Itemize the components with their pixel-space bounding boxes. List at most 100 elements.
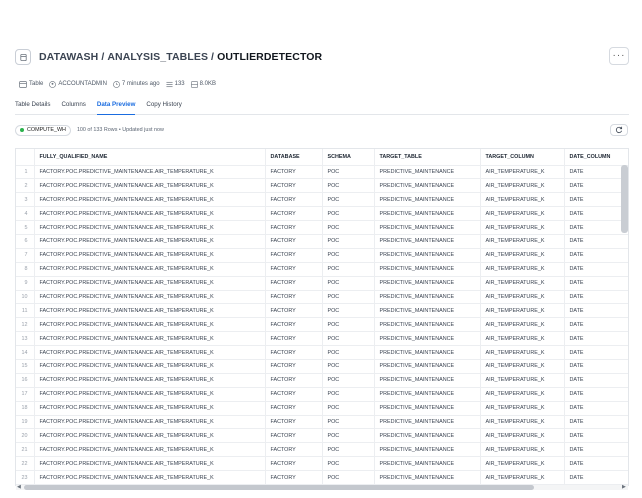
column-header[interactable]: SCHEMA [322,149,375,166]
table-cell[interactable]: AIR_TEMPERATURE_K [480,345,565,360]
table-cell[interactable]: AIR_TEMPERATURE_K [480,317,565,333]
table-cell[interactable]: AIR_TEMPERATURE_K [480,165,565,180]
table-cell[interactable]: DATE [564,331,628,347]
table-cell[interactable]: FACTORY [265,290,323,305]
table-cell[interactable]: PREDICTIVE_MAINTENANCE [374,165,481,180]
table-row[interactable]: 10 FACTORY.POC.PREDICTIVE_MAINTENANCE.AIR… [16,290,628,305]
table-cell[interactable]: FACTORY.POC.PREDICTIVE_MAINTENANCE.AIR_T… [34,234,266,249]
warehouse-selector[interactable]: COMPUTE_WH [15,124,71,136]
table-cell[interactable]: POC [322,442,375,458]
table-row[interactable]: 6 FACTORY.POC.PREDICTIVE_MAINTENANCE.AIR_… [16,234,628,249]
table-cell[interactable]: FACTORY.POC.PREDICTIVE_MAINTENANCE.AIR_T… [34,290,266,305]
table-cell[interactable]: AIR_TEMPERATURE_K [480,401,565,416]
table-cell[interactable]: DATE [564,373,628,388]
table-cell[interactable]: FACTORY.POC.PREDICTIVE_MAINTENANCE.AIR_T… [34,303,266,319]
table-cell[interactable]: DATE [564,470,628,485]
table-cell[interactable]: FACTORY [265,317,323,333]
table-cell[interactable]: AIR_TEMPERATURE_K [480,470,565,485]
table-row[interactable]: 11 FACTORY.POC.PREDICTIVE_MAINTENANCE.AIR… [16,303,628,319]
table-cell[interactable]: POC [322,303,375,319]
table-cell[interactable]: PREDICTIVE_MAINTENANCE [374,248,481,263]
table-cell[interactable]: POC [322,359,375,374]
table-cell[interactable]: PREDICTIVE_MAINTENANCE [374,415,481,430]
table-cell[interactable]: FACTORY.POC.PREDICTIVE_MAINTENANCE.AIR_T… [34,359,266,374]
table-cell[interactable]: FACTORY.POC.PREDICTIVE_MAINTENANCE.AIR_T… [34,317,266,333]
table-cell[interactable]: FACTORY.POC.PREDICTIVE_MAINTENANCE.AIR_T… [34,442,266,458]
table-cell[interactable]: FACTORY.POC.PREDICTIVE_MAINTENANCE.AIR_T… [34,456,266,472]
table-cell[interactable]: POC [322,178,375,194]
breadcrumb-database[interactable]: DATAWASH [39,51,98,63]
table-row[interactable]: 4 FACTORY.POC.PREDICTIVE_MAINTENANCE.AIR_… [16,206,628,222]
column-header[interactable]: FULLY_QUALIFIED_NAME [34,149,266,166]
table-cell[interactable]: DATE [564,442,628,458]
table-row[interactable]: 1 FACTORY.POC.PREDICTIVE_MAINTENANCE.AIR_… [16,165,628,180]
table-cell[interactable]: AIR_TEMPERATURE_K [480,442,565,458]
table-cell[interactable]: FACTORY [265,415,323,430]
table-cell[interactable]: POC [322,317,375,333]
table-cell[interactable]: FACTORY.POC.PREDICTIVE_MAINTENANCE.AIR_T… [34,331,266,347]
table-cell[interactable]: PREDICTIVE_MAINTENANCE [374,206,481,222]
table-cell[interactable]: DATE [564,317,628,333]
table-cell[interactable]: AIR_TEMPERATURE_K [480,373,565,388]
table-cell[interactable]: POC [322,262,375,277]
table-cell[interactable]: DATE [564,345,628,360]
table-row[interactable]: 20 FACTORY.POC.PREDICTIVE_MAINTENANCE.AIR… [16,428,628,444]
table-cell[interactable]: AIR_TEMPERATURE_K [480,192,565,208]
more-options-button[interactable]: ··· [609,47,629,65]
table-cell[interactable]: FACTORY.POC.PREDICTIVE_MAINTENANCE.AIR_T… [34,373,266,388]
table-cell[interactable]: DATE [564,192,628,208]
table-cell[interactable]: POC [322,401,375,416]
table-cell[interactable]: AIR_TEMPERATURE_K [480,290,565,305]
table-cell[interactable]: AIR_TEMPERATURE_K [480,387,565,402]
table-row[interactable]: 22 FACTORY.POC.PREDICTIVE_MAINTENANCE.AIR… [16,456,628,472]
table-cell[interactable]: FACTORY [265,248,323,263]
table-cell[interactable]: FACTORY [265,234,323,249]
table-cell[interactable]: FACTORY [265,178,323,194]
table-cell[interactable]: FACTORY [265,442,323,458]
table-cell[interactable]: FACTORY.POC.PREDICTIVE_MAINTENANCE.AIR_T… [34,248,266,263]
table-cell[interactable]: FACTORY.POC.PREDICTIVE_MAINTENANCE.AIR_T… [34,192,266,208]
table-cell[interactable]: FACTORY [265,470,323,485]
tab-columns[interactable]: Columns [61,98,85,115]
table-cell[interactable]: FACTORY [265,303,323,319]
table-cell[interactable]: FACTORY [265,401,323,416]
table-cell[interactable]: DATE [564,456,628,472]
table-cell[interactable]: POC [322,192,375,208]
tab-data-preview[interactable]: Data Preview [96,98,136,115]
table-cell[interactable]: AIR_TEMPERATURE_K [480,178,565,194]
vertical-scrollbar[interactable] [621,165,628,233]
table-cell[interactable]: PREDICTIVE_MAINTENANCE [374,359,481,374]
table-cell[interactable]: POC [322,276,375,291]
table-cell[interactable]: PREDICTIVE_MAINTENANCE [374,428,481,444]
table-cell[interactable]: DATE [564,178,628,194]
table-cell[interactable]: DATE [564,303,628,319]
table-cell[interactable]: PREDICTIVE_MAINTENANCE [374,234,481,249]
tab-copy-history[interactable]: Copy History [146,98,181,115]
table-cell[interactable]: DATE [564,276,628,291]
table-cell[interactable]: FACTORY.POC.PREDICTIVE_MAINTENANCE.AIR_T… [34,428,266,444]
table-cell[interactable]: AIR_TEMPERATURE_K [480,428,565,444]
table-cell[interactable]: DATE [564,428,628,444]
table-cell[interactable]: AIR_TEMPERATURE_K [480,331,565,347]
table-cell[interactable]: PREDICTIVE_MAINTENANCE [374,317,481,333]
table-row[interactable]: 2 FACTORY.POC.PREDICTIVE_MAINTENANCE.AIR_… [16,178,628,194]
table-cell[interactable]: POC [322,206,375,222]
table-cell[interactable]: POC [322,290,375,305]
table-cell[interactable]: AIR_TEMPERATURE_K [480,456,565,472]
table-cell[interactable]: FACTORY [265,373,323,388]
table-row[interactable]: 19 FACTORY.POC.PREDICTIVE_MAINTENANCE.AIR… [16,415,628,430]
scroll-right-icon[interactable]: ▶ [622,484,626,490]
table-row[interactable]: 21 FACTORY.POC.PREDICTIVE_MAINTENANCE.AIR… [16,442,628,458]
table-cell[interactable]: PREDICTIVE_MAINTENANCE [374,331,481,347]
table-cell[interactable]: FACTORY [265,387,323,402]
table-cell[interactable]: PREDICTIVE_MAINTENANCE [374,303,481,319]
table-cell[interactable]: FACTORY.POC.PREDICTIVE_MAINTENANCE.AIR_T… [34,276,266,291]
table-cell[interactable]: FACTORY [265,456,323,472]
breadcrumb-schema[interactable]: ANALYSIS_TABLES [107,51,208,63]
table-cell[interactable]: POC [322,428,375,444]
table-cell[interactable]: PREDICTIVE_MAINTENANCE [374,290,481,305]
refresh-button[interactable] [610,124,628,136]
table-cell[interactable]: POC [322,373,375,388]
scroll-left-icon[interactable]: ◀ [17,484,21,490]
table-cell[interactable]: PREDICTIVE_MAINTENANCE [374,192,481,208]
